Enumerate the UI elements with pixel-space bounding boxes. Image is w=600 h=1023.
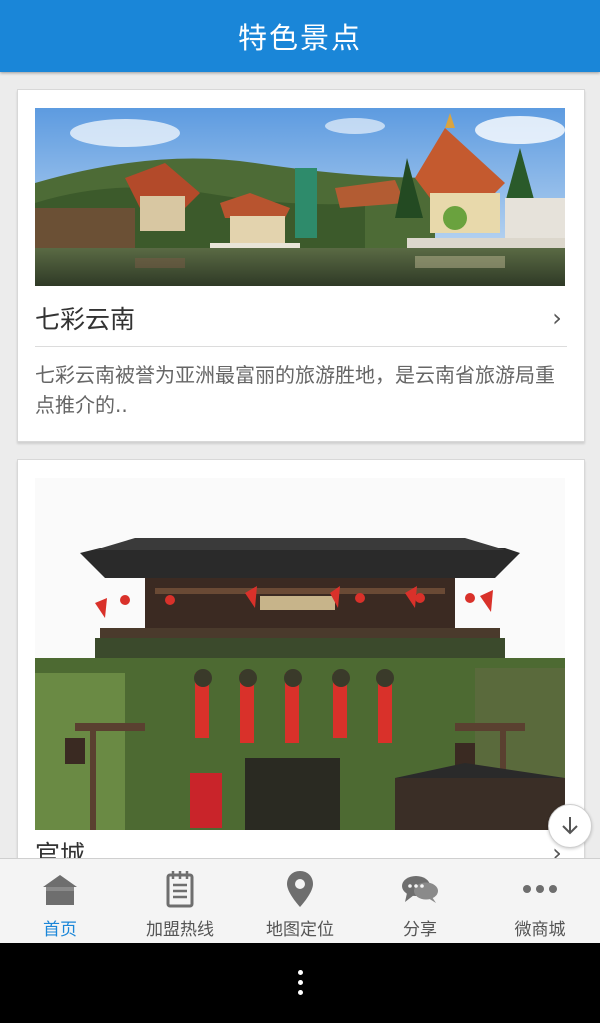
tab-label: 微商城 <box>514 920 566 940</box>
page-title: 特色景点 <box>237 21 362 55</box>
bottom-tab-bar: 首页 加盟热线 地图定位 分享 微商城 <box>0 858 600 943</box>
tab-label: 首页 <box>43 920 77 940</box>
tab-label: 加盟热线 <box>146 920 214 940</box>
overflow-menu-icon[interactable] <box>297 970 303 995</box>
attraction-photo[interactable] <box>35 478 565 830</box>
more-dots-icon <box>521 869 559 909</box>
system-nav-bar <box>0 942 600 1023</box>
attraction-photo[interactable] <box>35 108 565 286</box>
attraction-description: 七彩云南被誉为亚洲最富丽的旅游胜地，是云南省旅游局重点推介的.. <box>35 363 555 417</box>
notepad-icon <box>165 869 195 909</box>
tab-share[interactable]: 分享 <box>360 859 480 943</box>
chat-bubbles-icon <box>401 869 439 909</box>
arrow-down-icon <box>562 817 578 835</box>
chevron-right-icon: › <box>552 304 562 332</box>
app-bar: 特色景点 <box>0 0 600 72</box>
scroll-down-button[interactable] <box>548 804 592 848</box>
card-title-row[interactable]: 官城 › <box>35 825 567 858</box>
attraction-card[interactable]: 官城 › <box>17 459 585 858</box>
tab-map-location[interactable]: 地图定位 <box>240 859 360 943</box>
tab-micro-mall[interactable]: 微商城 <box>480 859 600 943</box>
attraction-card[interactable]: 七彩云南 › 七彩云南被誉为亚洲最富丽的旅游胜地，是云南省旅游局重点推介的.. <box>17 89 585 442</box>
map-pin-icon <box>286 869 314 909</box>
tab-label: 地图定位 <box>266 920 334 940</box>
attraction-title: 七彩云南 <box>35 305 136 334</box>
home-icon <box>41 869 79 909</box>
tab-home[interactable]: 首页 <box>0 859 120 943</box>
attraction-title: 官城 <box>35 840 86 858</box>
tab-franchise-hotline[interactable]: 加盟热线 <box>120 859 240 943</box>
attraction-list[interactable]: 七彩云南 › 七彩云南被誉为亚洲最富丽的旅游胜地，是云南省旅游局重点推介的.. <box>0 72 600 858</box>
tab-label: 分享 <box>403 920 437 940</box>
card-title-row[interactable]: 七彩云南 › <box>35 290 567 347</box>
